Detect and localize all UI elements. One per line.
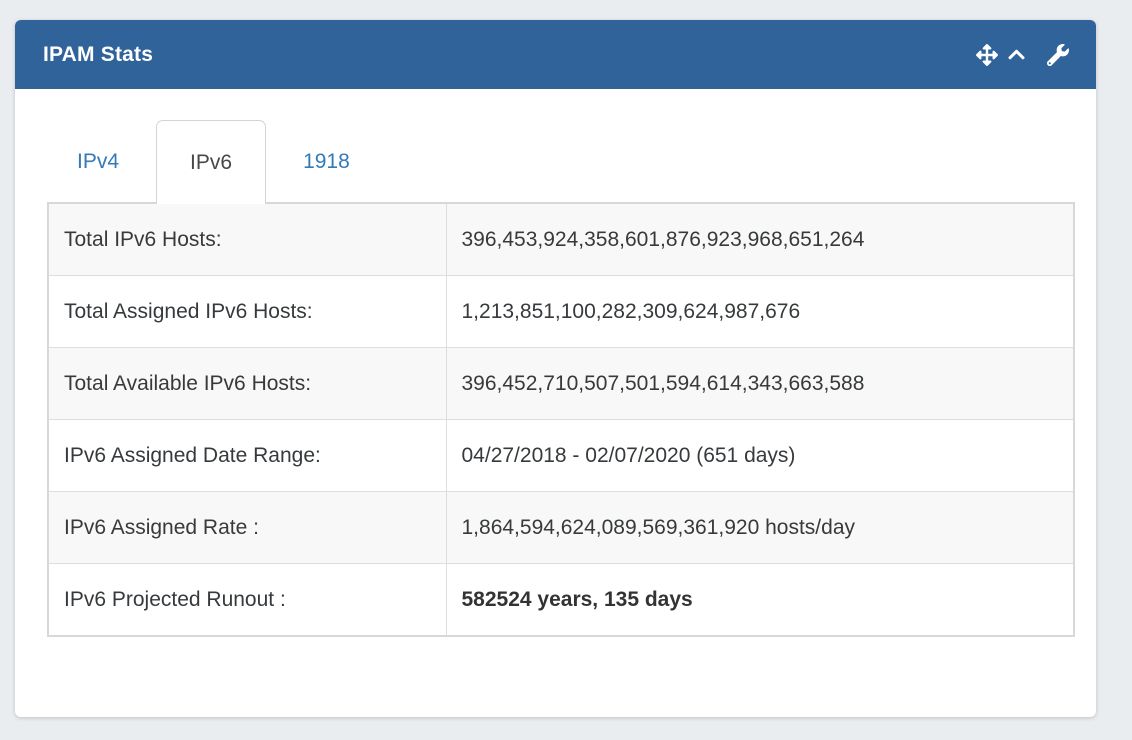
row-label: Total Available IPv6 Hosts:: [48, 348, 446, 420]
ipam-stats-panel: IPAM Stats IPv4 IPv6 1918 Total IPv6 Hos…: [15, 20, 1096, 717]
ipv6-stats-table: Total IPv6 Hosts: 396,453,924,358,601,87…: [47, 202, 1075, 637]
row-value: 396,452,710,507,501,594,614,343,663,588: [446, 348, 1074, 420]
move-icon[interactable]: [976, 44, 998, 66]
table-row: IPv6 Assigned Rate : 1,864,594,624,089,5…: [48, 492, 1074, 564]
tab-bar: IPv4 IPv6 1918: [43, 120, 1096, 202]
panel-body: IPv4 IPv6 1918 Total IPv6 Hosts: 396,453…: [15, 120, 1096, 637]
row-label: Total IPv6 Hosts:: [48, 203, 446, 276]
tab-label: 1918: [303, 150, 350, 174]
table-row: Total Available IPv6 Hosts: 396,452,710,…: [48, 348, 1074, 420]
tab-ipv4[interactable]: IPv4: [43, 120, 153, 202]
row-value: 04/27/2018 - 02/07/2020 (651 days): [446, 420, 1074, 492]
panel-header-actions: [967, 44, 1069, 66]
panel-title: IPAM Stats: [43, 43, 153, 67]
tab-label: IPv4: [77, 150, 119, 174]
collapse-icon[interactable]: [1007, 45, 1026, 64]
row-label: IPv6 Assigned Rate :: [48, 492, 446, 564]
table-row: IPv6 Projected Runout : 582524 years, 13…: [48, 564, 1074, 637]
settings-wrench-icon[interactable]: [1047, 44, 1069, 66]
page-background: IPAM Stats IPv4 IPv6 1918 Total IPv6 Hos…: [0, 0, 1132, 740]
row-value: 1,864,594,624,089,569,361,920 hosts/day: [446, 492, 1074, 564]
tab-label: IPv6: [190, 151, 232, 175]
row-label: IPv6 Projected Runout :: [48, 564, 446, 637]
panel-header: IPAM Stats: [15, 20, 1096, 89]
row-label: IPv6 Assigned Date Range:: [48, 420, 446, 492]
table-row: Total Assigned IPv6 Hosts: 1,213,851,100…: [48, 276, 1074, 348]
row-value: 1,213,851,100,282,309,624,987,676: [446, 276, 1074, 348]
tab-ipv6[interactable]: IPv6: [156, 120, 266, 204]
row-value: 582524 years, 135 days: [446, 564, 1074, 637]
row-label: Total Assigned IPv6 Hosts:: [48, 276, 446, 348]
row-value: 396,453,924,358,601,876,923,968,651,264: [446, 203, 1074, 276]
tab-1918[interactable]: 1918: [269, 120, 384, 202]
table-row: IPv6 Assigned Date Range: 04/27/2018 - 0…: [48, 420, 1074, 492]
table-row: Total IPv6 Hosts: 396,453,924,358,601,87…: [48, 203, 1074, 276]
